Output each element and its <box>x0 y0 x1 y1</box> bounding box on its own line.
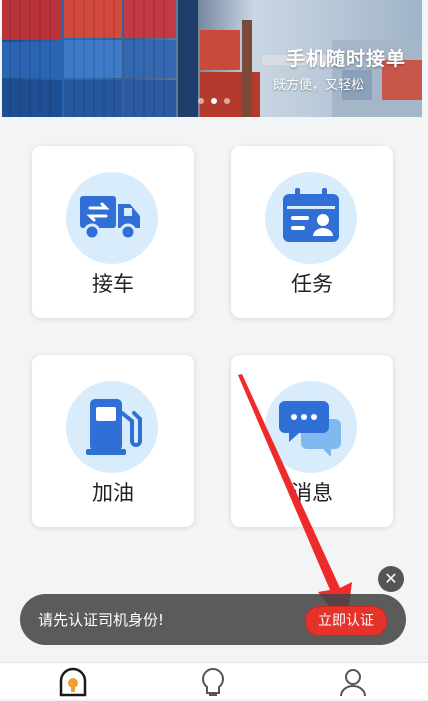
carousel-indicator <box>198 98 230 104</box>
menu-card-fuel[interactable]: 加油 <box>32 355 194 527</box>
menu-card-task[interactable]: 任务 <box>231 146 393 318</box>
menu-card-label: 消息 <box>291 481 333 505</box>
banner-subtitle: 既方便，又轻松 <box>272 78 364 93</box>
fuel-pump-icon <box>66 381 158 473</box>
verify-now-button[interactable]: 立即认证 <box>305 606 387 636</box>
toast-message: 请先认证司机身份! <box>38 611 165 629</box>
nav-discover[interactable] <box>198 667 232 697</box>
nav-profile[interactable] <box>338 667 372 697</box>
banner-title: 手机随时接单 <box>285 48 406 70</box>
nav-home[interactable] <box>58 667 92 697</box>
menu-card-label: 接车 <box>92 272 134 296</box>
bottom-nav <box>0 662 428 699</box>
chat-bubble-icon <box>265 381 357 473</box>
task-card-icon <box>265 172 357 264</box>
banner-carousel[interactable]: 手机随时接单 既方便，又轻松 <box>2 0 422 117</box>
close-icon[interactable]: ✕ <box>378 566 404 592</box>
home-icon <box>59 667 87 697</box>
menu-card-message[interactable]: 消息 <box>231 355 393 527</box>
menu-card-label: 任务 <box>291 272 333 296</box>
user-icon <box>340 669 366 697</box>
menu-card-pickup[interactable]: 接车 <box>32 146 194 318</box>
truck-icon <box>66 172 158 264</box>
auth-toast: 请先认证司机身份! 立即认证 <box>20 594 406 645</box>
carousel-dot[interactable] <box>198 98 204 104</box>
carousel-dot[interactable] <box>224 98 230 104</box>
carousel-dot-active[interactable] <box>211 98 217 104</box>
menu-card-label: 加油 <box>92 481 134 505</box>
lightbulb-icon <box>202 667 224 696</box>
